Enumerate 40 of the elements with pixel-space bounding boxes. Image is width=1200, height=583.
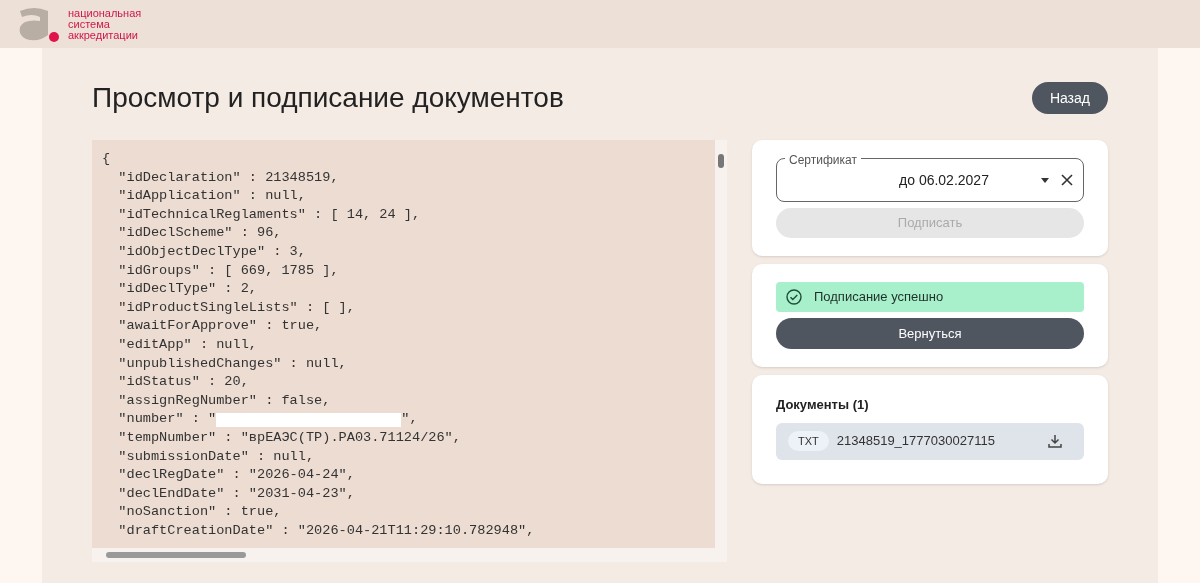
- download-icon[interactable]: [1048, 434, 1062, 448]
- document-item[interactable]: TXT 21348519_1777030027115: [776, 422, 1084, 460]
- code-line: "idProductSingleLists" : [ ],: [117, 298, 355, 317]
- vertical-scrollbar[interactable]: [715, 140, 727, 548]
- back-button[interactable]: Назад: [1031, 82, 1108, 114]
- code-line: "declRegDate" : "2026-04-24",: [117, 466, 355, 485]
- return-button[interactable]: Вернуться: [776, 318, 1084, 349]
- logo-text: система: [68, 18, 110, 30]
- code-line: "idDeclScheme" : 96,: [117, 224, 282, 243]
- file-type-tag: TXT: [788, 430, 829, 452]
- code-line: "draftCreationDate" : "2026-04-21T11:29:10.782948",: [117, 521, 535, 540]
- code-line: "tempNumber" : "врЕАЭС(ТР).РА03.71124/26",: [117, 428, 461, 447]
- code-line: "awaitForApprove" : true,: [117, 317, 323, 336]
- code-line: "noSanction" : true,: [117, 503, 282, 522]
- code-line: "declEndDate" : "2031-04-23",: [117, 484, 355, 503]
- code-line: "idStatus" : 20,: [117, 373, 249, 392]
- check-circle-icon: [786, 289, 802, 305]
- close-icon[interactable]: [1061, 174, 1073, 186]
- caret-icon: [1041, 177, 1049, 183]
- code-line: "idObjectDeclType" : 3,: [117, 242, 306, 261]
- code-line: "unpublishedChanges" : null,: [117, 354, 347, 373]
- certificate-value: до 06.02.2027: [898, 170, 990, 190]
- logo-text: аккредитации: [68, 29, 139, 41]
- code-line: {: [102, 150, 111, 168]
- page-title: Просмотр и подписание документов: [92, 81, 564, 115]
- code-line: "submissionDate" : null,: [117, 447, 315, 466]
- horizontal-scrollbar[interactable]: [92, 548, 727, 562]
- code-line: ",: [401, 410, 418, 429]
- file-name: 21348519_1777030027115: [836, 432, 996, 451]
- code-line: "idGroups" : [ 669, 1785 ],: [117, 261, 339, 280]
- code-line: "idDeclaration" : 21348519,: [117, 168, 339, 187]
- code-line: "idDeclType" : 2,: [117, 280, 257, 299]
- success-message: Подписание успешно: [814, 288, 944, 307]
- documents-title: Документы (1): [776, 396, 870, 414]
- logo-text: национальная: [68, 7, 142, 19]
- code-line: "assignRegNumber" : false,: [117, 391, 331, 410]
- code-line: "editApp" : null,: [117, 335, 257, 354]
- code-line: "idTechnicalReglaments" : [ 14, 24 ],: [117, 205, 421, 224]
- code-line: "number" : ": [117, 410, 217, 429]
- code-line: "idApplication" : null,: [117, 187, 306, 206]
